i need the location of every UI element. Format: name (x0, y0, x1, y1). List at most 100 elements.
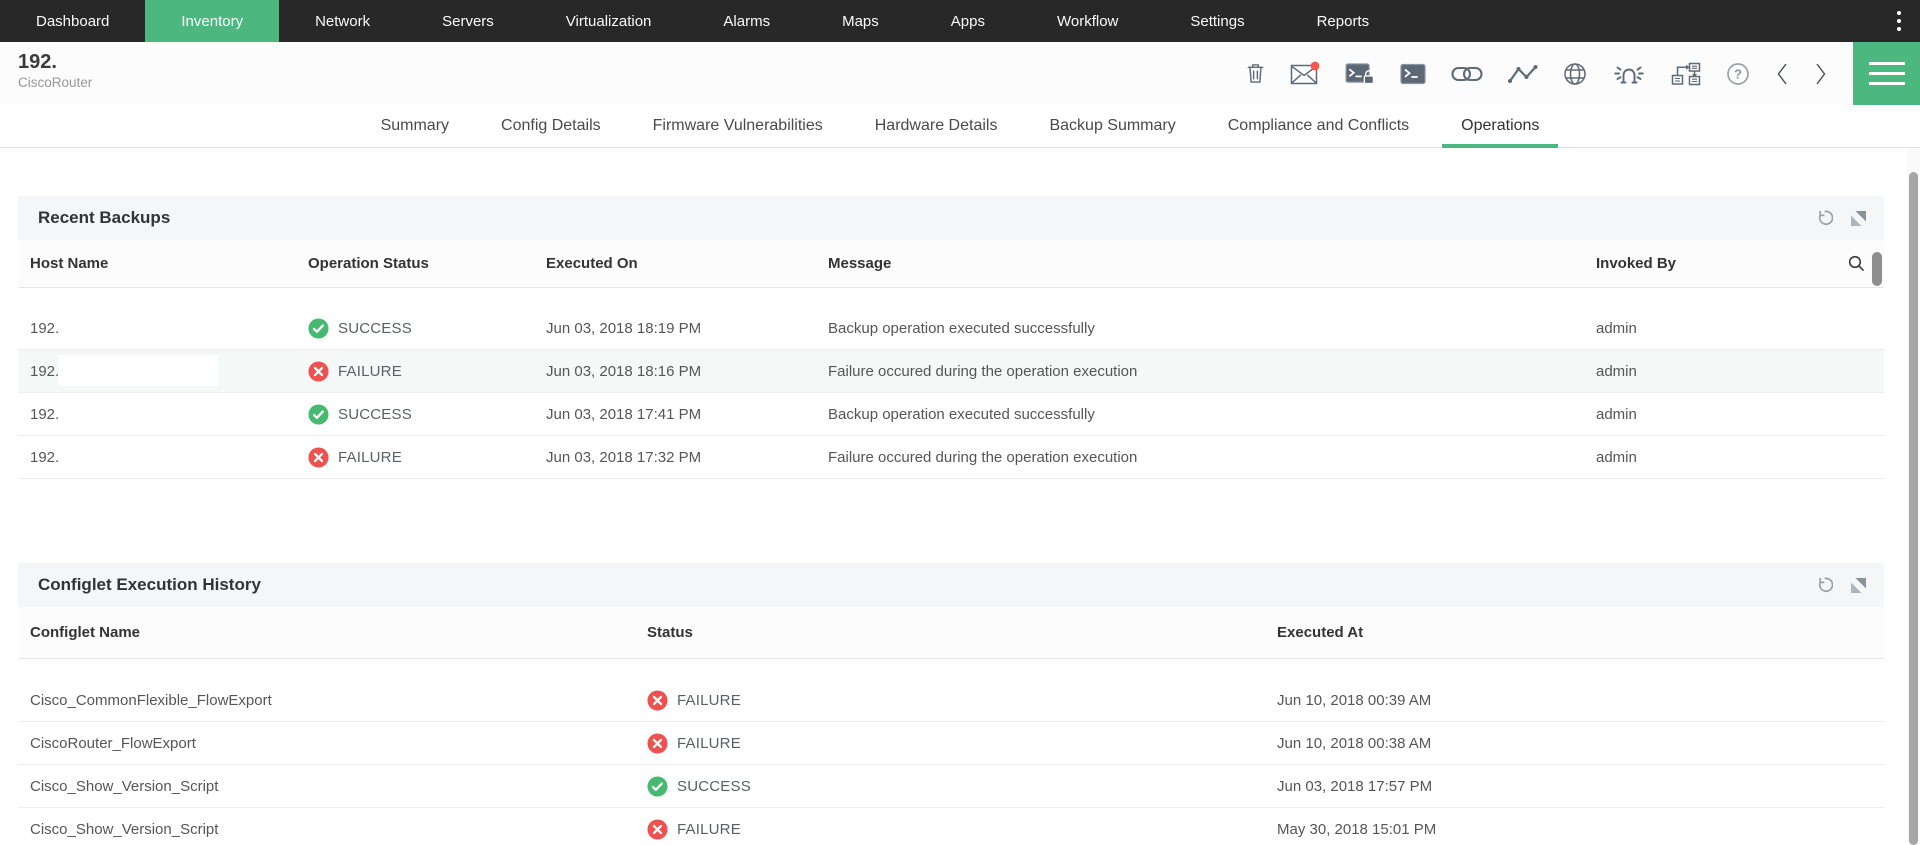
configlet-row: CiscoRouter_FlowExport FAILURE Jun 10, 2… (18, 722, 1884, 765)
configlet-name-cell: Cisco_CommonFlexible_FlowExport (18, 692, 647, 709)
table-top-spacer (18, 288, 1884, 307)
expand-icon[interactable] (1851, 578, 1866, 593)
backup-row: 192. SUCCESS Jun 03, 2018 18:19 PM Backu… (18, 307, 1884, 350)
menu-hamburger-button[interactable] (1853, 42, 1920, 105)
device-tabs: Summary Config Details Firmware Vulnerab… (0, 105, 1920, 148)
tab-backup-summary[interactable]: Backup Summary (1030, 105, 1194, 147)
tab-summary[interactable]: Summary (362, 105, 468, 147)
tab-config-details[interactable]: Config Details (482, 105, 620, 147)
svg-text:?: ? (1734, 66, 1742, 81)
configlet-row: Cisco_Show_Version_Script FAILURE May 30… (18, 808, 1884, 845)
page-scrollbar-thumb[interactable] (1909, 172, 1918, 845)
tab-compliance-and-conflicts[interactable]: Compliance and Conflicts (1209, 105, 1428, 147)
secure-terminal-icon[interactable] (1345, 62, 1375, 85)
connection-icon[interactable] (1451, 63, 1483, 85)
column-status: Status (647, 624, 1277, 641)
nav-item-workflow[interactable]: Workflow (1021, 0, 1154, 42)
top-navigation: Dashboard Inventory Network Servers Virt… (0, 0, 1920, 42)
failure-status-icon (308, 361, 329, 382)
host-name-cell: 192. (18, 449, 308, 466)
message-cell: Failure occured during the operation exe… (828, 449, 1596, 466)
tab-operations[interactable]: Operations (1442, 105, 1558, 147)
failure-status-icon (647, 690, 668, 711)
expand-icon[interactable] (1851, 211, 1866, 226)
executed-on-cell: Jun 03, 2018 17:41 PM (546, 406, 828, 423)
invoked-by-cell: admin (1596, 449, 1828, 466)
nav-item-network[interactable]: Network (279, 0, 406, 42)
configlet-name-cell: Cisco_Show_Version_Script (18, 821, 647, 838)
executed-at-cell: May 30, 2018 15:01 PM (1277, 821, 1884, 838)
column-message: Message (828, 255, 1596, 272)
kebab-menu-icon[interactable] (1878, 0, 1920, 42)
configlet-row: Cisco_Show_Version_Script SUCCESS Jun 03… (18, 765, 1884, 808)
column-executed-at: Executed At (1277, 624, 1884, 641)
configlet-name-cell: CiscoRouter_FlowExport (18, 735, 647, 752)
invoked-by-cell: admin (1596, 406, 1828, 423)
table-scrollbar-thumb[interactable] (1872, 252, 1882, 286)
device-header-bar: 192. CiscoRouter (0, 42, 1920, 105)
configlet-history-panel: Configlet Execution History Configlet Na… (18, 563, 1884, 845)
refresh-icon[interactable] (1815, 576, 1833, 594)
panel-title: Recent Backups (38, 208, 170, 228)
column-host-name: Host Name (18, 255, 308, 272)
configlet-row: Cisco_CommonFlexible_FlowExport FAILURE … (18, 679, 1884, 722)
host-name-cell: 192. (18, 320, 308, 337)
tab-hardware-details[interactable]: Hardware Details (856, 105, 1017, 147)
failure-status-icon (647, 733, 668, 754)
column-invoked-by: Invoked By (1596, 255, 1828, 272)
refresh-icon[interactable] (1815, 209, 1833, 227)
mail-notification-icon[interactable] (1290, 61, 1320, 87)
page-scrollbar (1907, 148, 1920, 845)
executed-at-cell: Jun 10, 2018 00:39 AM (1277, 692, 1884, 709)
panel-actions (1815, 576, 1866, 594)
panel-actions (1815, 209, 1866, 227)
tab-firmware-vulnerabilities[interactable]: Firmware Vulnerabilities (634, 105, 842, 147)
recent-backups-panel: Recent Backups Host Name Operation Statu… (18, 196, 1884, 479)
nav-item-virtualization[interactable]: Virtualization (530, 0, 688, 42)
nav-item-alarms[interactable]: Alarms (687, 0, 806, 42)
message-cell: Backup operation executed successfully (828, 320, 1596, 337)
nav-item-servers[interactable]: Servers (406, 0, 530, 42)
performance-graph-icon[interactable] (1508, 63, 1538, 85)
status-cell: FAILURE (647, 733, 1277, 754)
operation-status-cell: SUCCESS (308, 318, 546, 339)
backup-row: 192. FAILURE Jun 03, 2018 18:16 PM Failu… (18, 350, 1884, 393)
nav-item-apps[interactable]: Apps (915, 0, 1021, 42)
table-top-spacer (18, 659, 1884, 679)
status-cell: FAILURE (647, 690, 1277, 711)
status-label: FAILURE (677, 821, 741, 838)
operation-status-cell: FAILURE (308, 447, 546, 468)
operation-status-cell: FAILURE (308, 361, 546, 382)
nav-item-dashboard[interactable]: Dashboard (0, 0, 145, 42)
failure-status-icon (308, 447, 329, 468)
workflow-map-icon[interactable] (1671, 62, 1701, 86)
nav-item-settings[interactable]: Settings (1154, 0, 1280, 42)
terminal-icon[interactable] (1400, 63, 1426, 85)
message-cell: Failure occured during the operation exe… (828, 363, 1596, 380)
configlet-name-cell: Cisco_Show_Version_Script (18, 778, 647, 795)
panel-title: Configlet Execution History (38, 575, 261, 595)
nav-item-maps[interactable]: Maps (806, 0, 915, 42)
executed-at-cell: Jun 10, 2018 00:38 AM (1277, 735, 1884, 752)
delete-icon[interactable] (1246, 62, 1265, 85)
next-device-icon[interactable] (1814, 61, 1828, 87)
previous-device-icon[interactable] (1775, 61, 1789, 87)
executed-at-cell: Jun 03, 2018 17:57 PM (1277, 778, 1884, 795)
status-label: FAILURE (677, 692, 741, 709)
alarm-icon[interactable] (1612, 61, 1646, 87)
nav-item-inventory[interactable]: Inventory (145, 0, 279, 42)
executed-on-cell: Jun 03, 2018 17:32 PM (546, 449, 828, 466)
success-status-icon (308, 404, 329, 425)
success-status-icon (647, 776, 668, 797)
status-label: FAILURE (338, 363, 402, 380)
failure-status-icon (647, 819, 668, 840)
backups-table-header: Host Name Operation Status Executed On M… (18, 240, 1884, 288)
host-name-cell: 192. (18, 406, 308, 423)
web-icon[interactable] (1563, 62, 1587, 86)
status-label: SUCCESS (677, 778, 751, 795)
configlet-history-header: Configlet Execution History (18, 563, 1884, 607)
help-icon[interactable]: ? (1726, 62, 1750, 86)
nav-item-reports[interactable]: Reports (1281, 0, 1406, 42)
recent-backups-header: Recent Backups (18, 196, 1884, 240)
invoked-by-cell: admin (1596, 363, 1828, 380)
